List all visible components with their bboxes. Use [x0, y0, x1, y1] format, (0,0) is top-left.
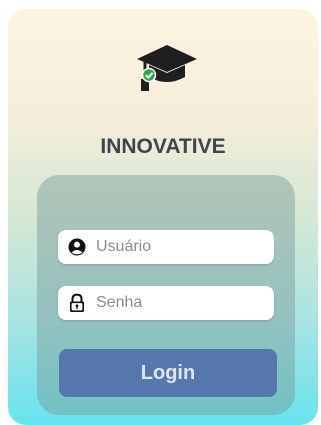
login-form: Usuário Senha Login	[37, 175, 295, 415]
user-circle-icon	[68, 238, 86, 256]
login-card: INNOVATIVE Usuário Senha Login	[8, 9, 318, 425]
password-placeholder: Senha	[96, 294, 143, 311]
username-placeholder: Usuário	[96, 238, 152, 255]
login-button[interactable]: Login	[59, 349, 277, 397]
graduation-cap-icon	[137, 45, 197, 91]
password-field[interactable]: Senha	[58, 286, 274, 320]
lock-icon	[70, 293, 84, 312]
app-title: INNOVATIVE	[100, 135, 226, 158]
username-field[interactable]: Usuário	[58, 230, 274, 264]
